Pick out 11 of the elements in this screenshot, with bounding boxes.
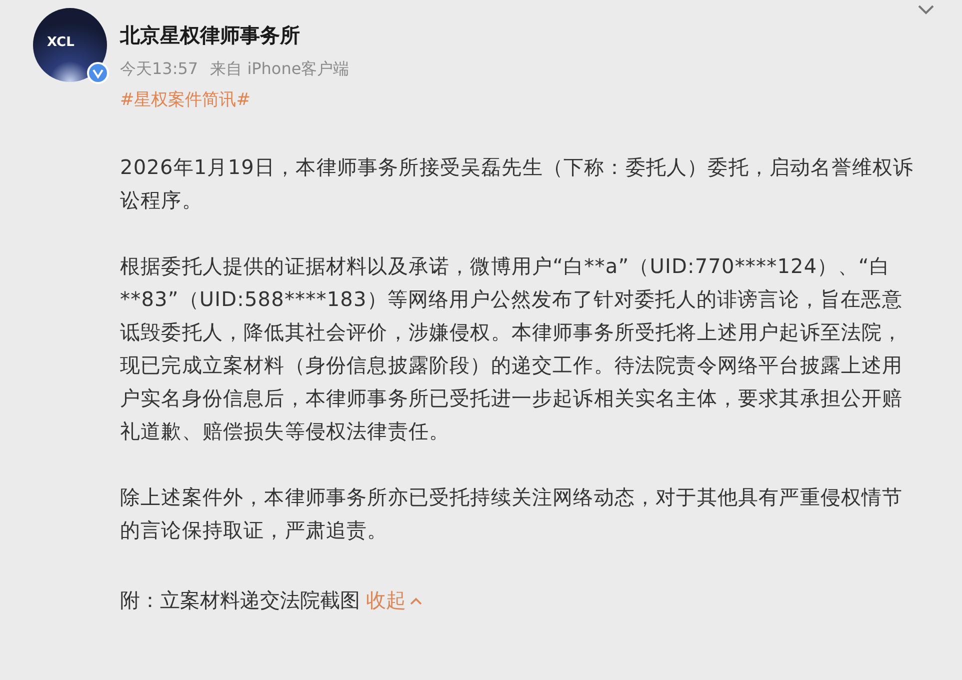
- post-time: 今天13:57: [120, 59, 198, 80]
- hashtag-link[interactable]: #星权案件简讯#: [120, 88, 920, 111]
- post-paragraph: 根据委托人提供的证据材料以及承诺，微博用户“白**a”（UID:770****124）、“白**83”（UID:588****183）等网络用户公然发布了针对委托人的诽谤言论，旨在恶意诋毁委托人，降低其社会评价，涉嫌侵权。本律师事务所受托将上述用户起诉至法院，现已完成立案材料（身份信息披露阶段）的递交工作。待法院责令网络平台披露上述用户实名身份信息后，本律师事务所已受托进一步起诉相关实名主体，要求其承担公开赔礼道歉、赔偿损失等侵权法律责任。: [120, 253, 904, 445]
- post-source: 来自 iPhone客户端: [210, 59, 350, 80]
- author-name[interactable]: 北京星权律师事务所: [120, 22, 920, 49]
- avatar: XCL: [33, 8, 107, 82]
- post-paragraph: 除上述案件外，本律师事务所亦已受托持续关注网络动态，对于其他具有严重侵权情节的言论保持取证，严肃追责。: [120, 484, 904, 544]
- caret-icon[interactable]: [409, 596, 423, 606]
- collapse-link[interactable]: 收起: [366, 587, 423, 614]
- post-paragraph: 2026年1月19日，本律师事务所接受吴磊先生（下称：委托人）委托，启动名誉维权诉讼程序。: [120, 154, 915, 214]
- attachment-note: 附：立案材料递交法院截图: [120, 587, 360, 614]
